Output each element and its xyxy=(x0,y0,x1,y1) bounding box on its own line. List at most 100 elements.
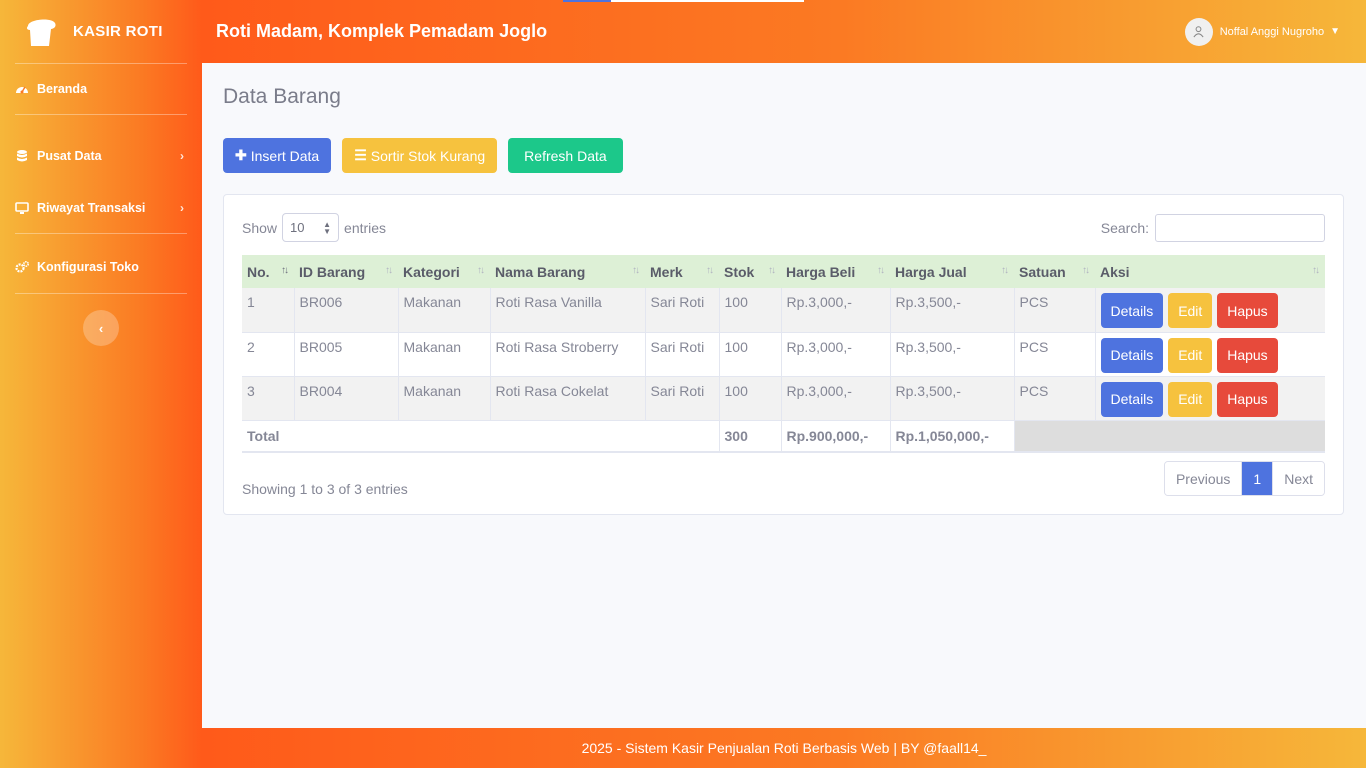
col-header-harga-beli[interactable]: Harga Beli ↑↓ xyxy=(781,255,890,288)
divider xyxy=(15,293,187,294)
delete-button[interactable]: Hapus xyxy=(1217,381,1278,417)
cell-aksi: Details Edit Hapus xyxy=(1095,288,1325,333)
cell-kategori: Makanan xyxy=(398,376,491,421)
cell-no: 1 xyxy=(242,288,295,333)
total-row: Total 300 Rp.900,000,- Rp.1,050,000,- xyxy=(242,420,1325,453)
table-row: 1 BR006 Makanan Roti Rasa Vanilla Sari R… xyxy=(242,288,1325,333)
cell-nama: Roti Rasa Cokelat xyxy=(490,376,646,421)
sidebar-item-label: Beranda xyxy=(37,82,88,96)
cell-nama: Roti Rasa Stroberry xyxy=(490,332,646,377)
data-card: Show 10 ▲ ▼ entries Search: No. ↑↓ ID Bara… xyxy=(223,194,1344,515)
cell-harga-beli: Rp.3,000,- xyxy=(781,288,891,333)
total-harga-beli: Rp.900,000,- xyxy=(781,420,891,453)
sidebar-item-beranda[interactable]: Beranda xyxy=(0,64,202,114)
cell-no: 2 xyxy=(242,332,295,377)
cell-satuan: PCS xyxy=(1014,332,1096,377)
cell-merk: Sari Roti xyxy=(645,288,720,333)
brand[interactable]: KASIR ROTI xyxy=(0,0,202,63)
cell-kategori: Makanan xyxy=(398,332,491,377)
sort-low-stock-button[interactable]: ☰ Sortir Stok Kurang xyxy=(342,138,498,173)
cell-harga-jual: Rp.3,500,- xyxy=(890,288,1015,333)
details-button[interactable]: Details xyxy=(1100,337,1164,373)
cell-harga-beli: Rp.3,000,- xyxy=(781,376,891,421)
cell-aksi: Details Edit Hapus xyxy=(1095,376,1325,421)
total-stok: 300 xyxy=(719,420,782,453)
insert-data-button[interactable]: ✚ Insert Data xyxy=(223,138,332,173)
main-content: Data Barang ✚ Insert Data ☰ Sortir Stok … xyxy=(223,63,1344,515)
cogs-icon xyxy=(15,260,29,274)
select-arrows-icon: ▲ ▼ xyxy=(323,219,332,236)
previous-page-button[interactable]: Previous xyxy=(1164,462,1243,495)
page-title: Data Barang xyxy=(223,85,341,108)
entries-length: Show 10 ▲ ▼ entries xyxy=(242,213,386,242)
edit-button[interactable]: Edit xyxy=(1168,337,1213,373)
sidebar-item-label: Pusat Data xyxy=(37,149,102,163)
entries-value: 10 xyxy=(290,220,305,235)
edit-button[interactable]: Edit xyxy=(1168,381,1213,417)
entries-select[interactable]: 10 ▲ ▼ xyxy=(282,213,340,242)
search-label: Search: xyxy=(1100,219,1149,236)
cell-stok: 100 xyxy=(719,288,782,333)
edit-button[interactable]: Edit xyxy=(1168,293,1213,328)
sidebar-item-pusat-data[interactable]: Pusat Data › xyxy=(0,131,202,181)
cell-id: BR005 xyxy=(294,332,399,377)
table-header-row: No. ↑↓ ID Barang ↑↓ Kategori ↑↓ Nama Barang… xyxy=(242,255,1325,288)
sidebar-item-riwayat-transaksi[interactable]: Riwayat Transaksi › xyxy=(0,183,202,233)
col-header-nama[interactable]: Nama Barang ↑↓ xyxy=(490,255,645,288)
total-empty-cell xyxy=(1014,420,1325,453)
cell-satuan: PCS xyxy=(1014,288,1096,333)
page-1-button[interactable]: 1 xyxy=(1242,462,1274,495)
cell-merk: Sari Roti xyxy=(645,376,720,421)
sidebar-item-label: Riwayat Transaksi xyxy=(37,201,146,215)
col-header-stok[interactable]: Stok ↑↓ xyxy=(719,255,781,288)
col-header-merk[interactable]: Merk ↑↓ xyxy=(645,255,719,288)
search-input[interactable] xyxy=(1155,213,1325,242)
cell-merk: Sari Roti xyxy=(645,332,720,377)
topbar: Roti Madam, Komplek Pemadam Joglo Noffal… xyxy=(202,0,1366,63)
table-row: 3 BR004 Makanan Roti Rasa Cokelat Sari R… xyxy=(242,376,1325,421)
user-dropdown[interactable]: Noffal Anggi Nugroho ▼ xyxy=(1184,17,1340,46)
cell-stok: 100 xyxy=(719,376,782,421)
plus-icon: ✚ xyxy=(235,147,247,163)
cell-aksi: Details Edit Hapus xyxy=(1095,332,1325,377)
user-name: Noffal Anggi Nugroho xyxy=(1219,25,1325,38)
cell-kategori: Makanan xyxy=(398,288,491,333)
cell-no: 3 xyxy=(242,376,295,421)
total-label: Total xyxy=(242,420,720,453)
details-button[interactable]: Details xyxy=(1100,293,1164,328)
cell-nama: Roti Rasa Vanilla xyxy=(490,288,646,333)
entries-label: entries xyxy=(344,219,387,236)
col-header-kategori[interactable]: Kategori ↑↓ xyxy=(398,255,490,288)
sidebar-toggle-button[interactable]: ‹ xyxy=(83,310,119,346)
cell-harga-jual: Rp.3,500,- xyxy=(890,332,1015,377)
cell-harga-jual: Rp.3,500,- xyxy=(890,376,1015,421)
table-footer: Showing 1 to 3 of 3 entries Previous 1 N… xyxy=(242,461,1325,497)
button-label: Insert Data xyxy=(250,147,320,164)
cell-satuan: PCS xyxy=(1014,376,1096,421)
list-icon: ☰ xyxy=(354,147,367,163)
details-button[interactable]: Details xyxy=(1100,381,1164,417)
sidebar-item-label: Konfigurasi Toko xyxy=(37,260,139,274)
next-page-button[interactable]: Next xyxy=(1273,462,1324,495)
col-header-id[interactable]: ID Barang ↑↓ xyxy=(294,255,398,288)
delete-button[interactable]: Hapus xyxy=(1217,337,1278,373)
user-avatar-icon xyxy=(1184,17,1213,46)
cell-stok: 100 xyxy=(719,332,782,377)
show-label: Show xyxy=(242,219,278,236)
delete-button[interactable]: Hapus xyxy=(1217,293,1278,328)
col-header-harga-jual[interactable]: Harga Jual ↑↓ xyxy=(890,255,1014,288)
col-header-aksi[interactable]: Aksi ↑↓ xyxy=(1095,255,1325,288)
col-header-no[interactable]: No. ↑↓ xyxy=(242,255,294,288)
col-header-satuan[interactable]: Satuan ↑↓ xyxy=(1014,255,1095,288)
sidebar-item-konfigurasi-toko[interactable]: Konfigurasi Toko xyxy=(0,248,202,286)
chevron-right-icon: › xyxy=(180,201,184,215)
database-icon xyxy=(15,149,29,163)
store-title: Roti Madam, Komplek Pemadam Joglo xyxy=(216,21,548,41)
refresh-data-button[interactable]: Refresh Data xyxy=(508,138,623,173)
brand-name: KASIR ROTI xyxy=(73,23,163,40)
action-bar: ✚ Insert Data ☰ Sortir Stok Kurang Refre… xyxy=(223,138,1344,173)
cell-harga-beli: Rp.3,000,- xyxy=(781,332,891,377)
table-info: Showing 1 to 3 of 3 entries xyxy=(242,481,408,497)
chevron-down-icon: ▼ xyxy=(1330,26,1340,37)
table-controls: Show 10 ▲ ▼ entries Search: xyxy=(242,213,1325,242)
